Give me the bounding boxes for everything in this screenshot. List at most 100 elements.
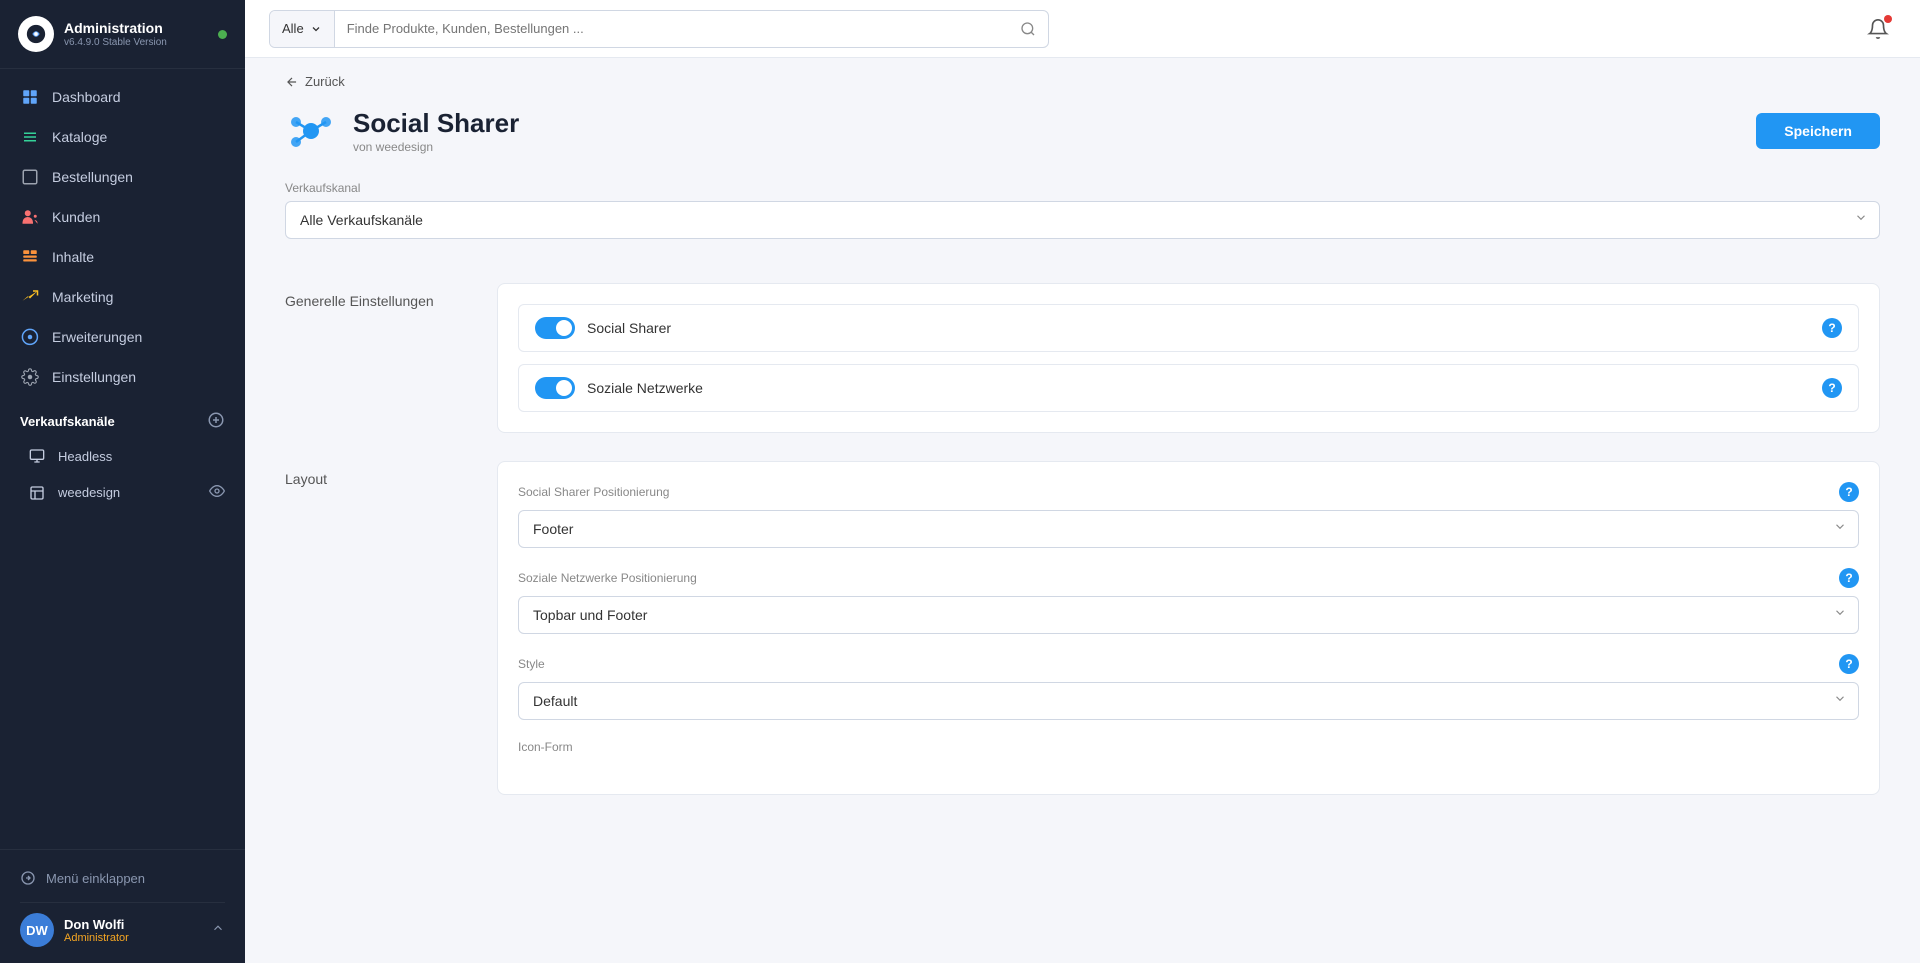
user-avatar: DW <box>20 913 54 947</box>
app-logo-icon <box>18 16 54 52</box>
social-sharer-positionierung-select[interactable]: Footer <box>518 510 1859 548</box>
layout-section: Layout Social Sharer Positionierung ? Fo… <box>285 461 1880 795</box>
verkaufskanal-select[interactable]: Alle Verkaufskanäle <box>285 201 1880 239</box>
soziale-netzwerke-positionierung-label: Soziale Netzwerke Positionierung <box>518 571 697 585</box>
social-sharer-positionierung-label: Social Sharer Positionierung <box>518 485 669 499</box>
plugin-author: von weedesign <box>353 140 519 154</box>
soziale-netzwerke-positionierung-select-wrapper: Topbar und Footer <box>518 596 1859 634</box>
weedesign-eye-icon[interactable] <box>209 483 225 502</box>
social-sharer-help-icon[interactable]: ? <box>1822 318 1842 338</box>
soziale-netzwerke-positionierung-field: Soziale Netzwerke Positionierung ? Topba… <box>518 568 1859 634</box>
kataloge-icon <box>20 127 40 147</box>
sidebar-item-bestellungen[interactable]: Bestellungen <box>0 157 245 197</box>
user-name: Don Wolfi <box>64 917 201 932</box>
search-button[interactable] <box>1008 11 1048 47</box>
bestellungen-icon <box>20 167 40 187</box>
inhalte-icon <box>20 247 40 267</box>
sidebar-item-erweiterungen[interactable]: Erweiterungen <box>0 317 245 357</box>
sidebar-item-headless[interactable]: Headless <box>0 438 245 474</box>
search-input[interactable] <box>335 11 1008 47</box>
icon-form-field: Icon-Form <box>518 740 1859 754</box>
soziale-netzwerke-toggle[interactable] <box>535 377 575 399</box>
plugin-title: Social Sharer <box>353 108 519 139</box>
generelle-einstellungen-label: Generelle Einstellungen <box>285 283 465 309</box>
verkaufskanal-select-wrapper: Alle Verkaufskanäle <box>285 201 1880 239</box>
sidebar-footer: Menü einklappen DW Don Wolfi Administrat… <box>0 849 245 963</box>
style-help-icon[interactable]: ? <box>1839 654 1859 674</box>
status-dot <box>218 30 227 39</box>
verkaufskanal-label: Verkaufskanal <box>285 181 1880 195</box>
sidebar-item-label-kunden: Kunden <box>52 209 100 225</box>
style-label: Style <box>518 657 545 671</box>
marketing-icon <box>20 287 40 307</box>
search-filter-dropdown[interactable]: Alle <box>270 11 335 47</box>
verkaufskanal-form-group: Verkaufskanal Alle Verkaufskanäle <box>285 181 1880 239</box>
social-sharer-positionierung-header: Social Sharer Positionierung ? <box>518 482 1859 502</box>
user-info: Don Wolfi Administrator <box>64 917 201 944</box>
verkaufskanal-section: Verkaufskanal Alle Verkaufskanäle <box>285 181 1880 255</box>
sidebar-item-label-marketing: Marketing <box>52 289 113 305</box>
add-verkaufskanal-icon[interactable] <box>207 411 225 432</box>
user-section: DW Don Wolfi Administrator <box>20 902 225 951</box>
social-sharer-toggle[interactable] <box>535 317 575 339</box>
sidebar-item-kataloge[interactable]: Kataloge <box>0 117 245 157</box>
style-select-wrapper: Default <box>518 682 1859 720</box>
user-menu-chevron[interactable] <box>211 921 225 940</box>
soziale-netzwerke-positionierung-header: Soziale Netzwerke Positionierung ? <box>518 568 1859 588</box>
page-content: Zurück Social Sharer <box>245 58 1920 963</box>
app-title: Administration <box>64 20 167 37</box>
collapse-menu-button[interactable]: Menü einklappen <box>20 862 225 894</box>
search-container: Alle <box>269 10 1049 48</box>
social-sharer-toggle-row: Social Sharer ? <box>518 304 1859 352</box>
soziale-netzwerke-positionierung-select[interactable]: Topbar und Footer <box>518 596 1859 634</box>
einstellungen-icon <box>20 367 40 387</box>
icon-form-header: Icon-Form <box>518 740 1859 754</box>
sidebar-item-label-erweiterungen: Erweiterungen <box>52 329 142 345</box>
sidebar-item-label-einstellungen: Einstellungen <box>52 369 136 385</box>
toggle-left-soziale-netzwerke: Soziale Netzwerke <box>535 377 703 399</box>
sidebar-item-einstellungen[interactable]: Einstellungen <box>0 357 245 397</box>
sidebar-item-label-kataloge: Kataloge <box>52 129 107 145</box>
toggle-left-social-sharer: Social Sharer <box>535 317 671 339</box>
sidebar-item-label-inhalte: Inhalte <box>52 249 94 265</box>
layout-label: Layout <box>285 461 465 487</box>
sidebar-item-kunden[interactable]: Kunden <box>0 197 245 237</box>
verkaufskanaele-section: Verkaufskanäle <box>0 397 245 438</box>
sidebar-item-label-headless: Headless <box>58 449 112 464</box>
user-role: Administrator <box>64 932 201 944</box>
save-button[interactable]: Speichern <box>1756 113 1880 149</box>
collapse-menu-label: Menü einklappen <box>46 871 145 886</box>
social-sharer-positionierung-field: Social Sharer Positionierung ? Footer <box>518 482 1859 548</box>
sidebar-item-marketing[interactable]: Marketing <box>0 277 245 317</box>
social-sharer-positionierung-help-icon[interactable]: ? <box>1839 482 1859 502</box>
back-link[interactable]: Zurück <box>245 58 1920 97</box>
app-version: v6.4.9.0 Stable Version <box>64 37 167 48</box>
headless-icon <box>28 447 46 465</box>
back-link-label: Zurück <box>305 74 345 89</box>
topbar: Alle <box>245 0 1920 58</box>
sidebar-item-inhalte[interactable]: Inhalte <box>0 237 245 277</box>
soziale-netzwerke-toggle-thumb <box>556 380 572 396</box>
layout-content: Social Sharer Positionierung ? Footer <box>497 461 1880 795</box>
page-header-left: Social Sharer von weedesign <box>285 105 519 157</box>
sidebar-item-label-bestellungen: Bestellungen <box>52 169 133 185</box>
erweiterungen-icon <box>20 327 40 347</box>
generelle-einstellungen-card: Social Sharer ? <box>497 283 1880 433</box>
sidebar-item-weedesign[interactable]: weedesign <box>0 474 245 511</box>
sidebar-item-label-dashboard: Dashboard <box>52 89 121 105</box>
soziale-netzwerke-positionierung-help-icon[interactable]: ? <box>1839 568 1859 588</box>
notification-badge <box>1884 15 1892 23</box>
social-sharer-toggle-track[interactable] <box>535 317 575 339</box>
layout-card: Social Sharer Positionierung ? Footer <box>497 461 1880 795</box>
icon-form-label: Icon-Form <box>518 740 573 754</box>
soziale-netzwerke-toggle-track[interactable] <box>535 377 575 399</box>
notification-bell[interactable] <box>1860 11 1896 47</box>
soziale-netzwerke-help-icon[interactable]: ? <box>1822 378 1842 398</box>
settings-body: Verkaufskanal Alle Verkaufskanäle <box>245 181 1920 863</box>
sidebar-logo-text: Administration v6.4.9.0 Stable Version <box>64 20 167 48</box>
style-select[interactable]: Default <box>518 682 1859 720</box>
social-sharer-toggle-thumb <box>556 320 572 336</box>
kunden-icon <box>20 207 40 227</box>
page-header: Social Sharer von weedesign Speichern <box>245 97 1920 181</box>
sidebar-item-dashboard[interactable]: Dashboard <box>0 77 245 117</box>
